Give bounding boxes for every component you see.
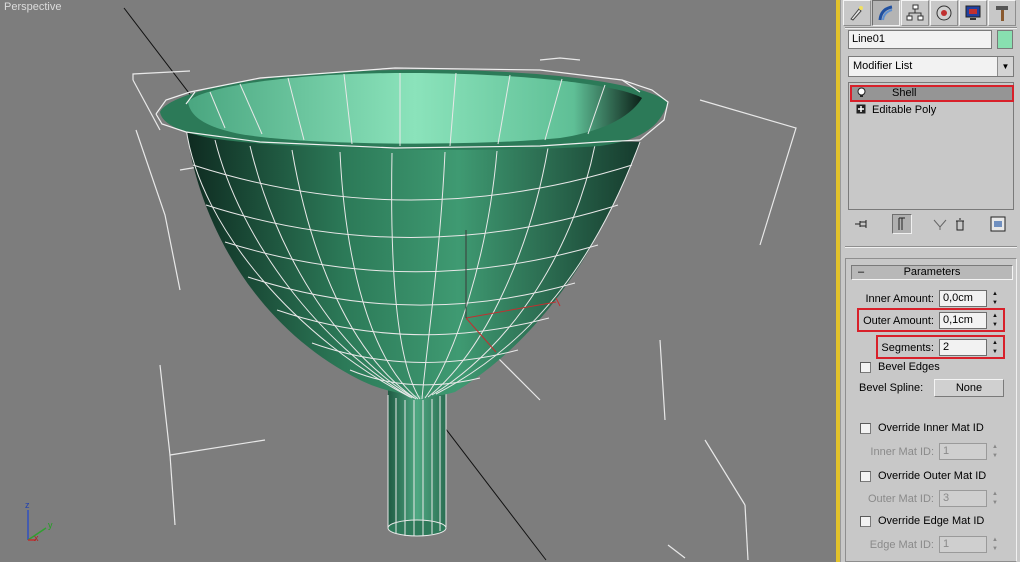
bevel-spline-button[interactable]: None — [934, 379, 1004, 397]
perspective-viewport[interactable]: Perspective z y x — [0, 0, 836, 562]
funnel-scene: z y x — [25, 7, 797, 561]
inner-mat-row: Inner Mat ID: 1 ▲ ▼ — [846, 443, 1018, 461]
stack-item-shell[interactable]: Shell — [850, 85, 1012, 101]
edge-mat-spinner[interactable]: ▲ ▼ — [990, 536, 1000, 553]
inner-mat-label: Inner Mat ID: — [870, 446, 934, 458]
checkbox[interactable] — [860, 471, 871, 482]
pin-icon — [855, 220, 867, 228]
edge-mat-row: Edge Mat ID: 1 ▲ ▼ — [846, 536, 1018, 554]
collapse-icon: – — [858, 266, 865, 278]
override-outer-label: Override Outer Mat ID — [878, 470, 987, 482]
outer-amount-input[interactable]: 0,1cm — [939, 312, 987, 329]
show-end-result-icon — [898, 217, 905, 230]
outer-mat-label: Outer Mat ID: — [867, 493, 934, 505]
create-tab[interactable] — [843, 0, 871, 26]
modifier-list-label: Modifier List — [853, 60, 913, 72]
motion-icon — [936, 5, 952, 21]
inner-amount-row: Inner Amount: 0,0cm ▲ ▼ — [846, 290, 1018, 308]
create-icon — [850, 6, 863, 21]
modifier-list-dropdown[interactable]: Modifier List ▼ — [848, 56, 1014, 77]
segments-input[interactable]: 2 — [939, 339, 987, 356]
stack-item-label: Shell — [892, 87, 917, 99]
lightbulb-icon[interactable] — [856, 87, 867, 98]
utilities-tab[interactable] — [988, 0, 1016, 26]
parameters-rollout: – Parameters Inner Amount: 0,0cm ▲ ▼ Oute… — [845, 258, 1017, 562]
checkbox[interactable] — [860, 362, 871, 373]
edge-mat-label: Edge Mat ID: — [869, 539, 934, 551]
inner-amount-spinner[interactable]: ▲ ▼ — [990, 290, 1000, 307]
inner-mat-input[interactable]: 1 — [939, 443, 987, 460]
gizmo-z-label: z — [25, 500, 30, 510]
outer-mat-input[interactable]: 3 — [939, 490, 987, 507]
command-panel: Line01 Modifier List ▼ Shell Editable Po… — [840, 0, 1020, 562]
display-icon — [965, 5, 981, 20]
edge-mat-input[interactable]: 1 — [939, 536, 987, 553]
modify-tab[interactable] — [872, 0, 900, 26]
bevel-spline-row: Bevel Spline: None — [846, 379, 1018, 397]
parameters-rollout-header[interactable]: – Parameters — [851, 265, 1013, 280]
modifier-stack[interactable]: Shell Editable Poly — [848, 82, 1014, 210]
configure-modifier-sets-button[interactable] — [988, 214, 1008, 234]
divider — [845, 246, 1017, 248]
stack-item-label: Editable Poly — [872, 104, 937, 116]
checkbox[interactable] — [860, 516, 871, 527]
display-tab[interactable] — [959, 0, 987, 26]
remove-modifier-button[interactable] — [950, 214, 970, 234]
override-inner-label: Override Inner Mat ID — [878, 422, 984, 434]
outer-amount-spinner[interactable]: ▲ ▼ — [990, 312, 1000, 329]
override-edge-label: Override Edge Mat ID — [878, 515, 985, 527]
pin-stack-button[interactable] — [852, 214, 872, 234]
motion-tab[interactable] — [930, 0, 958, 26]
modify-icon — [878, 5, 893, 21]
inner-mat-spinner[interactable]: ▲ ▼ — [990, 443, 1000, 460]
hierarchy-icon — [906, 4, 924, 21]
stack-toolbar — [846, 214, 1016, 236]
show-end-result-button[interactable] — [892, 214, 912, 234]
outer-amount-label: Outer Amount: — [863, 315, 934, 327]
outer-mat-row: Outer Mat ID: 3 ▲ ▼ — [846, 490, 1018, 508]
segments-label: Segments: — [881, 342, 934, 354]
make-unique-button[interactable] — [930, 214, 950, 234]
object-name-field[interactable]: Line01 — [848, 30, 992, 49]
inner-amount-label: Inner Amount: — [865, 293, 935, 305]
gizmo-x-label: x — [34, 533, 39, 543]
hierarchy-tab[interactable] — [901, 0, 929, 26]
expand-icon[interactable] — [856, 104, 867, 115]
chevron-down-icon[interactable]: ▼ — [997, 57, 1013, 76]
bevel-spline-label: Bevel Spline: — [859, 382, 924, 394]
configure-icon — [990, 216, 1006, 232]
outer-amount-row: Outer Amount: 0,1cm ▲ ▼ — [846, 312, 1018, 330]
rollout-title: Parameters — [903, 266, 961, 278]
utilities-icon — [996, 6, 1008, 21]
inner-amount-input[interactable]: 0,0cm — [939, 290, 987, 307]
outer-mat-spinner[interactable]: ▲ ▼ — [990, 490, 1000, 507]
command-panel-tabs — [843, 0, 1019, 26]
stack-item-editable-poly[interactable]: Editable Poly — [850, 102, 1012, 118]
object-color-swatch[interactable] — [997, 30, 1013, 49]
divider — [845, 27, 1017, 29]
make-unique-icon — [933, 219, 947, 230]
bevel-edges-label: Bevel Edges — [878, 361, 940, 373]
gizmo-y-label: y — [48, 520, 53, 530]
segments-spinner[interactable]: ▲ ▼ — [990, 339, 1000, 356]
segments-row: Segments: 2 ▲ ▼ — [846, 339, 1018, 357]
checkbox[interactable] — [860, 423, 871, 434]
trash-icon — [956, 218, 964, 231]
